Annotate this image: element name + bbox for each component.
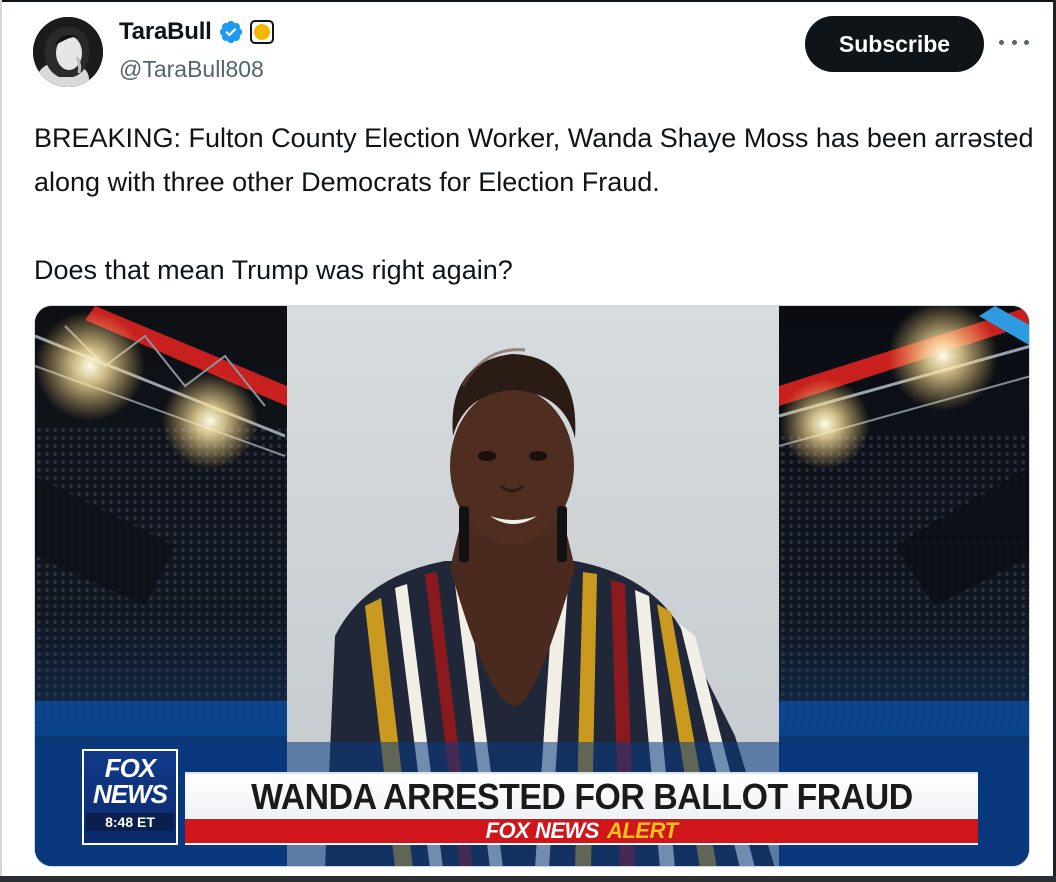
- window-top-border: [0, 0, 1056, 2]
- logo-word-news: NEWS: [93, 779, 168, 809]
- logo-time: 8:48 ET: [86, 813, 174, 831]
- tweet-media-image[interactable]: FOX NEWS 8:48 ET WANDA ARRESTED FOR BALL…: [34, 305, 1030, 867]
- author-avatar[interactable]: [33, 17, 103, 87]
- alert-word: ALERT: [606, 818, 678, 843]
- more-horizontal-icon[interactable]: [999, 32, 1029, 52]
- verified-badge-icon[interactable]: [218, 19, 244, 45]
- tweet-text-line1: BREAKING: Fulton County Election Worker,…: [34, 123, 1034, 197]
- logo-word-fox: FOX: [104, 753, 156, 783]
- window-bottom-border: [0, 876, 1056, 882]
- fox-news-logo: FOX NEWS 8:48 ET: [82, 749, 178, 845]
- author-display-name[interactable]: TaraBull: [119, 18, 212, 46]
- news-headline: WANDA ARRESTED FOR BALLOT FRAUD: [250, 776, 913, 817]
- author-handle[interactable]: @TaraBull808: [119, 56, 264, 83]
- window-left-border: [0, 0, 2, 882]
- news-alert-bar: FOX NEWS ALERT: [185, 818, 978, 845]
- news-headline-banner: WANDA ARRESTED FOR BALLOT FRAUD: [185, 772, 978, 820]
- author-name-row: TaraBull: [119, 18, 274, 46]
- tweet-body: BREAKING: Fulton County Election Worker,…: [34, 116, 1034, 292]
- tweet-text-line2: Does that mean Trump was right again?: [34, 255, 513, 285]
- alert-brand: FOX NEWS: [485, 818, 600, 843]
- avatar-image: [33, 17, 103, 87]
- subscribe-button[interactable]: Subscribe: [805, 16, 984, 72]
- gold-circle-badge-icon[interactable]: [249, 20, 274, 44]
